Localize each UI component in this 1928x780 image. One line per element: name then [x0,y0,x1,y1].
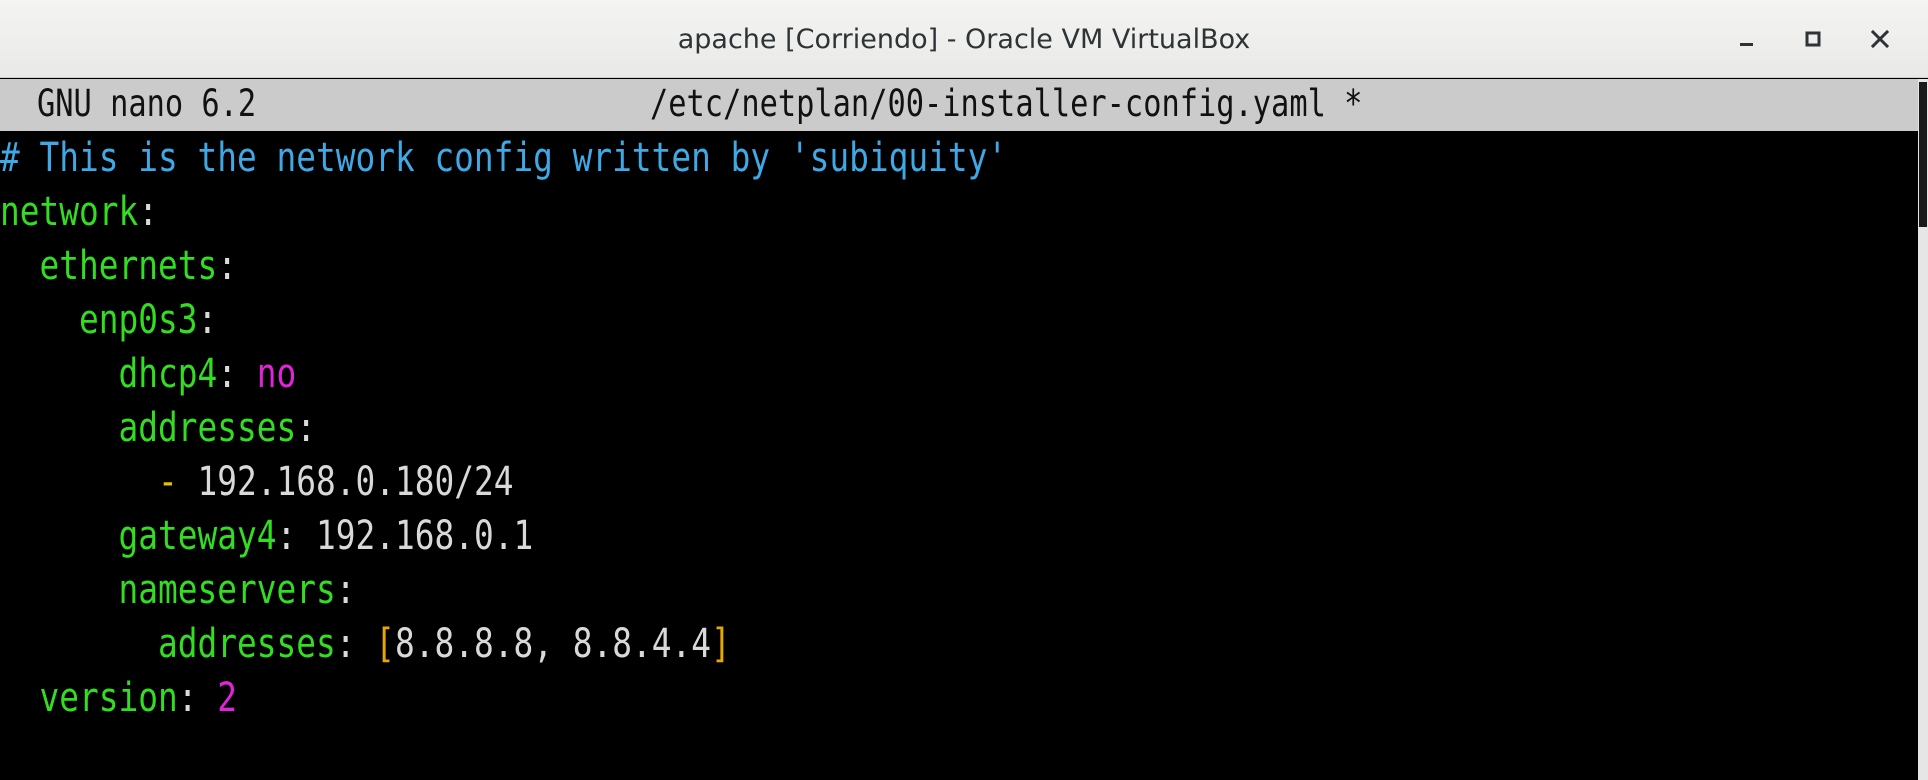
editor-line-version: version: 2 [0,671,238,725]
yaml-key-ethernets: ethernets [39,243,218,289]
window-title: apache [Corriendo] - Oracle VM VirtualBo… [677,24,1251,55]
yaml-value-ns-addresses: 8.8.8.8, 8.8.4.4 [394,621,711,667]
yaml-colon: : [177,675,198,721]
yaml-key-gateway4: gateway4 [118,513,277,559]
yaml-colon: : [296,405,316,451]
minimize-icon [1724,17,1768,61]
yaml-value-dhcp4: no [256,351,297,397]
nano-version: GNU nano 6.2 [37,82,257,125]
yaml-close-bracket: ] [710,621,731,667]
yaml-key-interface: enp0s3 [78,297,198,343]
editor-line-addresses: addresses: [0,401,316,455]
virtualbox-window: apache [Corriendo] - Oracle VM VirtualBo… [0,0,1928,780]
yaml-key-nameservers: nameservers [118,567,336,613]
window-titlebar[interactable]: apache [Corriendo] - Oracle VM VirtualBo… [0,0,1928,78]
yaml-colon: : [335,621,356,667]
editor-line-dhcp4: dhcp4: no [0,347,296,401]
vm-scrollbar-thumb[interactable] [1919,82,1927,227]
yaml-list-dash: - [157,459,178,505]
nano-filename: /etc/netplan/00-installer-config.yaml * [650,82,1363,125]
close-icon [1858,17,1902,61]
editor-line-gateway: gateway4: 192.168.0.1 [0,509,533,563]
yaml-value-address: 192.168.0.180/24 [197,459,514,505]
editor-line-network: network: [0,185,158,239]
yaml-key-addresses: addresses [118,405,297,451]
yaml-colon: : [197,297,218,343]
yaml-key-version: version [39,675,178,721]
close-button[interactable] [1858,17,1902,61]
nano-header-bar: GNU nano 6.2 /etc/netplan/00-installer-c… [0,79,1918,131]
yaml-key-network: network [0,189,139,235]
yaml-colon: : [217,351,237,397]
editor-line-nameservers: nameservers: [0,563,355,617]
yaml-comment: # This is the network config written by … [0,135,1008,181]
minimize-button[interactable] [1724,17,1768,61]
yaml-colon: : [138,189,158,235]
maximize-icon [1791,17,1835,61]
editor-line-address-item: - 192.168.0.180/24 [0,455,513,509]
yaml-colon: : [276,513,297,559]
yaml-colon: : [217,243,237,289]
editor-line-ethernets: ethernets: [0,239,237,293]
yaml-value-gateway4: 192.168.0.1 [315,513,534,559]
yaml-open-bracket: [ [375,621,395,667]
nano-editor-area[interactable]: # This is the network config written by … [0,131,1918,780]
editor-line-ns-addresses: addresses: [8.8.8.8, 8.8.4.4] [0,617,731,671]
maximize-button[interactable] [1791,17,1835,61]
yaml-key-dhcp4: dhcp4 [118,351,218,397]
editor-line-interface: enp0s3: [0,293,217,347]
yaml-value-version: 2 [217,675,238,721]
editor-line-comment: # This is the network config written by … [0,131,1007,185]
yaml-key-ns-addresses: addresses [157,621,336,667]
yaml-colon: : [335,567,356,613]
